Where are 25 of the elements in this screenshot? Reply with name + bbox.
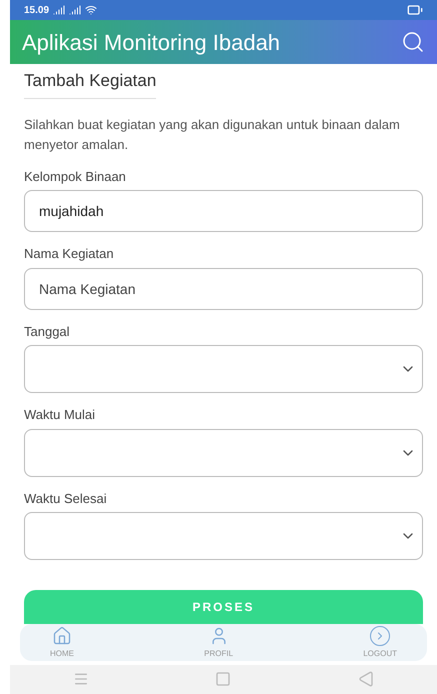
search-icon[interactable]	[401, 30, 425, 54]
status-time: 15.09	[24, 4, 50, 18]
select-field[interactable]	[24, 512, 423, 560]
nav-item[interactable]: LOGOUT	[363, 626, 397, 660]
home-square-icon[interactable]	[215, 671, 232, 688]
select-field[interactable]	[24, 345, 423, 394]
menu-icon[interactable]	[73, 671, 90, 688]
field-label: Kelompok Binaan	[24, 168, 127, 186]
back-icon[interactable]	[358, 671, 374, 688]
form-description: Silahkan buat kegiatan yang akan digunakan untuk binaan dalam menyetor amalan.	[24, 116, 401, 154]
field-label: Tanggal	[24, 322, 71, 341]
nav-item[interactable]: PROFIL	[204, 626, 234, 660]
app-title: Aplikasi Monitoring Ibadah	[22, 28, 280, 57]
field-label: Waktu Mulai	[24, 406, 96, 424]
home-icon	[52, 626, 72, 646]
signal-icon	[53, 4, 66, 16]
field-label: Waktu Selesai	[24, 490, 108, 508]
nav-item[interactable]: HOME	[50, 626, 74, 660]
signal-icon	[69, 4, 82, 16]
input-field[interactable]: mujahidah	[24, 190, 423, 232]
input-field[interactable]: Nama Kegiatan	[24, 268, 423, 310]
submit-button[interactable]: PROSES	[24, 590, 423, 624]
select-field[interactable]	[24, 428, 423, 477]
form-title: Tambah Kegiatan	[24, 68, 156, 99]
field-label: Nama Kegiatan	[24, 245, 115, 264]
